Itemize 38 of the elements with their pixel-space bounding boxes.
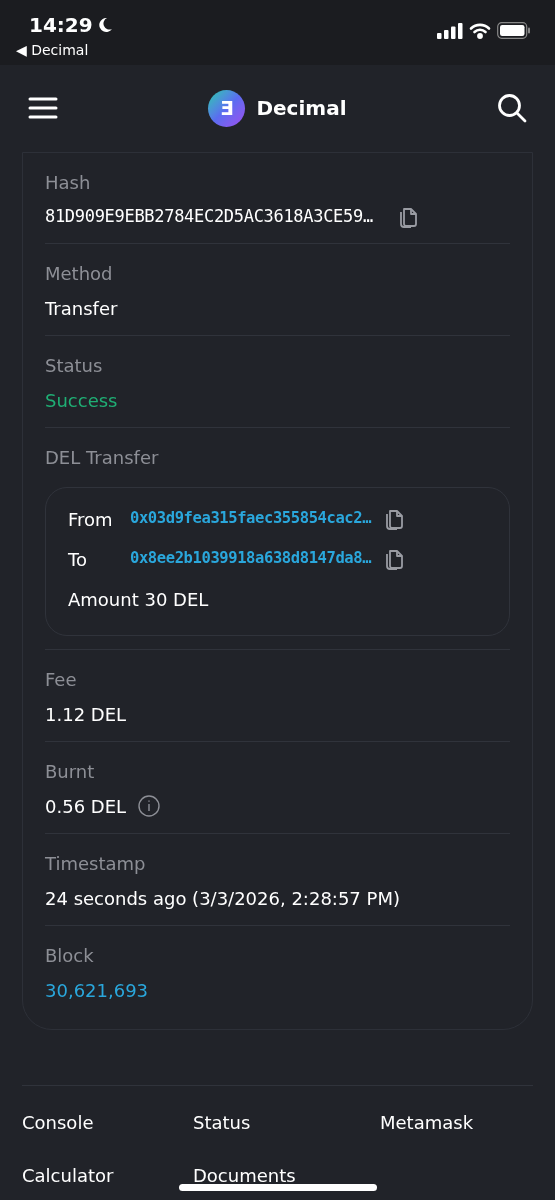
field-value: Transfer — [45, 296, 119, 321]
field-value: 1.12 DEL — [45, 702, 128, 727]
field-label: Block — [45, 943, 95, 968]
menu-icon[interactable] — [28, 96, 58, 120]
from-label: From — [68, 507, 114, 532]
amount-text: Amount 30 DEL — [68, 587, 210, 612]
field-label: Hash — [45, 171, 92, 195]
signal-icon — [437, 22, 463, 39]
field-label: Method — [45, 261, 114, 286]
info-icon[interactable] — [138, 795, 161, 817]
clock-time: 14:29 — [29, 12, 93, 39]
block-link[interactable]: 30,621,693 — [45, 976, 510, 1004]
address-link[interactable]: 0x8ee2b1039918a638d8147da8… — [130, 547, 372, 571]
field-label: Timestamp — [45, 851, 147, 876]
search-icon[interactable] — [497, 93, 527, 123]
field-value: 0.56 DEL — [45, 794, 127, 819]
logo-badge: Ǝ — [208, 89, 246, 127]
footer-link[interactable]: Metamask — [380, 1111, 533, 1134]
field-label: Burnt — [45, 759, 96, 784]
status-value: Success — [45, 388, 119, 413]
to-label: To — [68, 547, 88, 572]
field-value: 24 seconds ago (3/3/2026, 2:28:57 PM) — [45, 886, 401, 911]
battery-icon — [497, 22, 531, 39]
field-label: DEL Transfer — [45, 445, 160, 470]
hash-value: 81D909E9EBB2784EC2D5AC3618A3CE59… — [45, 205, 373, 228]
address-link[interactable]: 0x03d9fea315faec355854cac2… — [130, 507, 372, 531]
back-link[interactable]: ◀ Decimal — [16, 40, 113, 61]
field-label: Fee — [45, 667, 78, 692]
footer-link[interactable]: Documents — [193, 1164, 380, 1187]
field-label: Status — [45, 353, 104, 378]
moon-icon — [96, 17, 113, 33]
wifi-icon — [469, 22, 491, 39]
footer-link[interactable]: Calculator — [22, 1164, 193, 1187]
copy-icon[interactable] — [383, 507, 406, 531]
copy-icon[interactable] — [383, 547, 406, 571]
footer-link[interactable]: Status — [193, 1111, 380, 1134]
footer-link[interactable]: Console — [22, 1111, 193, 1134]
app-title: Decimal — [256, 95, 347, 122]
